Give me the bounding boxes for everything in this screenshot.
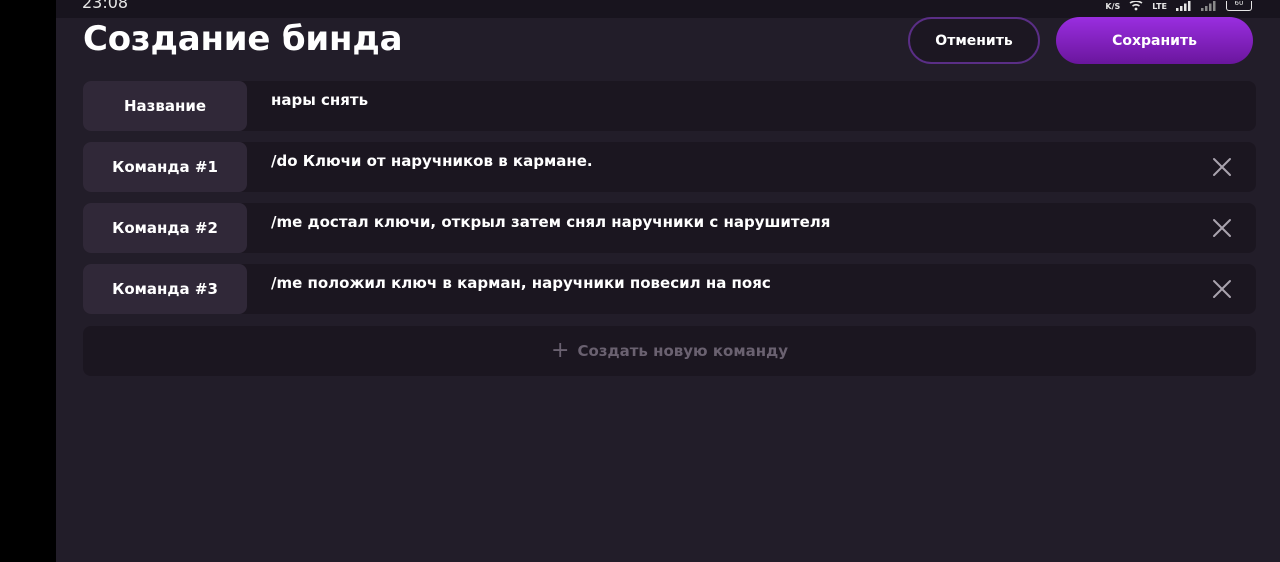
close-icon[interactable] — [1212, 157, 1232, 177]
status-time: 23:08 — [82, 0, 129, 12]
command-input-3[interactable]: /me положил ключ в карман, наручники пов… — [271, 274, 1171, 292]
command-label-2: Команда #2 — [83, 203, 247, 253]
bind-name-row: Название нары снять — [83, 81, 1256, 131]
left-black-bar — [0, 0, 56, 562]
close-icon[interactable] — [1212, 218, 1232, 238]
command-row-2: Команда #2 /me достал ключи, открыл зате… — [83, 203, 1256, 253]
speed-unit: K/S — [1105, 1, 1121, 11]
command-label-3: Команда #3 — [83, 264, 247, 314]
status-bar-background — [56, 0, 1280, 18]
signal-icon — [1176, 1, 1191, 11]
close-icon[interactable] — [1212, 279, 1232, 299]
cancel-button[interactable]: Отменить — [908, 17, 1040, 64]
command-row-1: Команда #1 /do Ключи от наручников в кар… — [83, 142, 1256, 192]
command-input-2[interactable]: /me достал ключи, открыл затем снял нару… — [271, 213, 1171, 231]
signal-icon-secondary — [1201, 1, 1216, 11]
page-title: Создание бинда — [83, 19, 403, 59]
wifi-icon — [1129, 1, 1143, 11]
plus-icon: + — [551, 338, 570, 363]
bind-name-input[interactable]: нары снять — [271, 91, 1171, 109]
battery-icon: 60 — [1226, 1, 1252, 11]
add-command-label: Создать новую команду — [577, 342, 788, 360]
save-button[interactable]: Сохранить — [1056, 17, 1253, 64]
network-type: LTE — [1152, 1, 1167, 11]
add-command-button[interactable]: + Создать новую команду — [83, 326, 1256, 376]
command-label-1: Команда #1 — [83, 142, 247, 192]
bind-name-label: Название — [83, 81, 247, 131]
status-icons: K/S LTE 60 — [1105, 0, 1252, 12]
command-input-1[interactable]: /do Ключи от наручников в кармане. — [271, 152, 1171, 170]
command-row-3: Команда #3 /me положил ключ в карман, на… — [83, 264, 1256, 314]
